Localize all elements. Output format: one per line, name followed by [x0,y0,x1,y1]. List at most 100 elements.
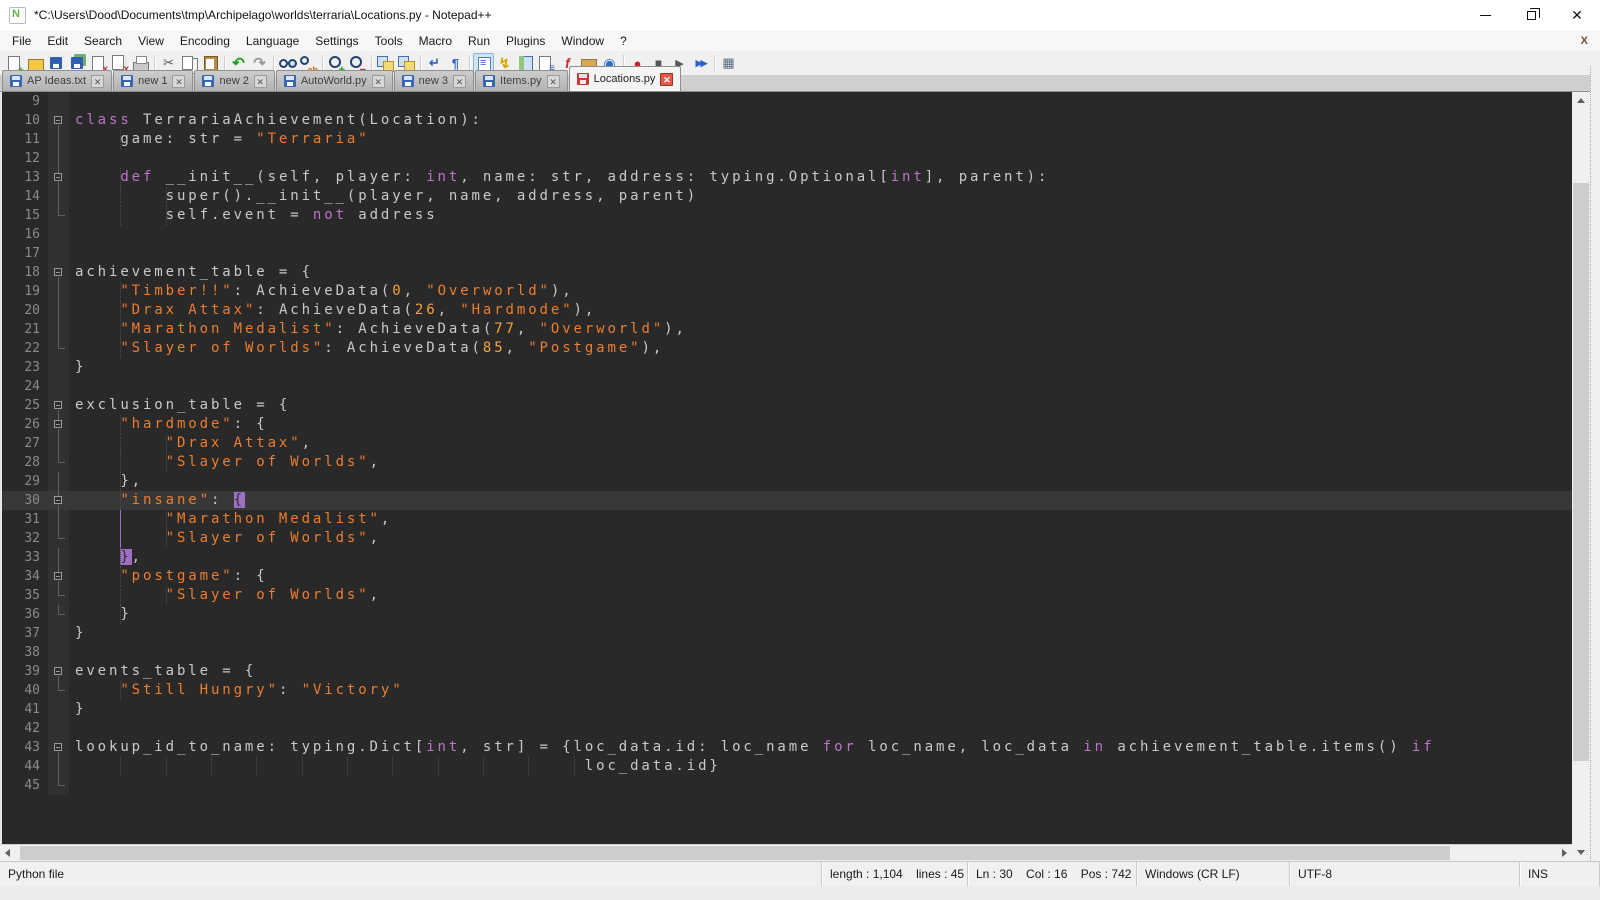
code-line[interactable]: 28 "Slayer of Worlds", [2,453,1572,472]
tab-new-2[interactable]: new 2✕ [194,70,274,91]
menu-?[interactable]: ? [612,32,635,50]
code-line[interactable]: 15 self.event = not address [2,206,1572,225]
fold-collapse-icon[interactable] [48,396,69,415]
menu-window[interactable]: Window [553,32,612,50]
code-line[interactable]: 38 [2,643,1572,662]
code-line[interactable]: 25exclusion_table = { [2,396,1572,415]
restore-button[interactable] [1508,0,1554,30]
tab-close-icon[interactable]: ✕ [660,73,673,86]
code-line[interactable]: 23} [2,358,1572,377]
code-line[interactable]: 36 } [2,605,1572,624]
scroll-up-icon[interactable] [1577,98,1585,103]
menu-tools[interactable]: Tools [367,32,411,50]
tab-locations.py[interactable]: Locations.py✕ [569,66,682,91]
menu-edit[interactable]: Edit [39,32,76,50]
menu-file[interactable]: File [4,32,39,50]
vertical-scrollbar-thumb[interactable] [1573,183,1589,761]
code-line[interactable]: 9 [2,92,1572,111]
code-line[interactable]: 30 "insane": { [2,491,1572,510]
tab-autoworld.py[interactable]: AutoWorld.py✕ [276,70,393,91]
code-line[interactable]: 13 def __init__(self, player: int, name:… [2,168,1572,187]
fold-collapse-icon[interactable] [48,263,69,282]
tab-close-icon[interactable]: ✕ [547,75,560,88]
token-text [75,283,120,299]
code-line[interactable]: 14 super().__init__(player, name, addres… [2,187,1572,206]
scroll-left-icon[interactable] [5,849,10,857]
code-line[interactable]: 37} [2,624,1572,643]
fold-collapse-icon[interactable] [48,111,69,130]
line-number: 12 [2,149,48,168]
tab-new-3[interactable]: new 3✕ [394,70,474,91]
code-text: loc_data.id} [69,757,1572,776]
vertical-scrollbar[interactable] [1572,92,1590,861]
code-line[interactable]: 20 "Drax Attax": AchieveData(26, "Hardmo… [2,301,1572,320]
menu-settings[interactable]: Settings [307,32,366,50]
fold-collapse-icon[interactable] [48,491,69,510]
menu-encoding[interactable]: Encoding [172,32,238,50]
horizontal-scrollbar-thumb[interactable] [20,846,1450,860]
code-line[interactable]: 39events_table = { [2,662,1572,681]
code-line[interactable]: 26 "hardmode": { [2,415,1572,434]
code-line[interactable]: 32 "Slayer of Worlds", [2,529,1572,548]
code-line[interactable]: 31 "Marathon Medalist", [2,510,1572,529]
code-line[interactable]: 18achievement_table = { [2,263,1572,282]
token-text: __init__(self, player: [154,169,426,185]
code-line[interactable]: 42 [2,719,1572,738]
code-line[interactable]: 33 }, [2,548,1572,567]
code-line[interactable]: 24 [2,377,1572,396]
indent-guide [256,757,257,776]
tab-close-icon[interactable]: ✕ [91,75,104,88]
close-document-icon[interactable]: X [1581,35,1588,47]
menu-run[interactable]: Run [460,32,498,50]
tab-close-icon[interactable]: ✕ [172,75,185,88]
code-line[interactable]: 10class TerrariaAchievement(Location): [2,111,1572,130]
code-line[interactable]: 17 [2,244,1572,263]
code-line[interactable]: 35 "Slayer of Worlds", [2,586,1572,605]
fold-collapse-icon[interactable] [48,567,69,586]
code-line[interactable]: 27 "Drax Attax", [2,434,1572,453]
fold-collapse-icon[interactable] [48,415,69,434]
code-text [69,149,1572,168]
tab-close-icon[interactable]: ✕ [453,75,466,88]
minimize-button[interactable] [1462,0,1508,30]
code-line[interactable]: 19 "Timber!!": AchieveData(0, "Overworld… [2,282,1572,301]
indent-guide [120,586,121,605]
token-string: "Timber!!" [120,283,233,299]
horizontal-scrollbar[interactable] [0,844,1572,861]
tab-items.py[interactable]: Items.py✕ [475,70,568,91]
code-line[interactable]: 16 [2,225,1572,244]
tab-close-icon[interactable]: ✕ [372,75,385,88]
macro-run-multiple-icon[interactable]: ▶▶ [690,53,711,74]
fold-collapse-icon[interactable] [48,662,69,681]
macro-save-icon[interactable]: ▦ [718,53,739,74]
code-line[interactable]: 29 }, [2,472,1572,491]
close-button[interactable]: ✕ [1554,0,1600,30]
tab-new-1[interactable]: new 1✕ [113,70,193,91]
token-keyword: int [426,739,460,755]
code-line[interactable]: 21 "Marathon Medalist": AchieveData(77, … [2,320,1572,339]
menu-search[interactable]: Search [76,32,130,50]
menu-plugins[interactable]: Plugins [498,32,553,50]
tab-ap-ideas.txt[interactable]: AP Ideas.txt✕ [2,70,112,91]
code-editor[interactable]: 910class TerrariaAchievement(Location):1… [0,92,1572,844]
tab-close-icon[interactable]: ✕ [254,75,267,88]
tab-bar: AP Ideas.txt✕new 1✕new 2✕AutoWorld.py✕ne… [0,75,1600,92]
fold-collapse-icon[interactable] [48,738,69,757]
code-line[interactable]: 45 [2,776,1572,795]
code-line[interactable]: 34 "postgame": { [2,567,1572,586]
status-insert-mode[interactable]: INS [1520,862,1600,886]
token-text: ), [551,283,574,299]
menu-language[interactable]: Language [238,32,307,50]
code-line[interactable]: 40 "Still Hungry": "Victory" [2,681,1572,700]
code-line[interactable]: 12 [2,149,1572,168]
scroll-down-icon[interactable] [1577,850,1585,855]
code-line[interactable]: 41} [2,700,1572,719]
code-line[interactable]: 22 "Slayer of Worlds": AchieveData(85, "… [2,339,1572,358]
menu-view[interactable]: View [130,32,172,50]
code-line[interactable]: 11 game: str = "Terraria" [2,130,1572,149]
code-line[interactable]: 43lookup_id_to_name: typing.Dict[int, st… [2,738,1572,757]
fold-collapse-icon[interactable] [48,168,69,187]
menu-macro[interactable]: Macro [411,32,460,50]
scroll-right-icon[interactable] [1562,849,1567,857]
code-line[interactable]: 44 loc_data.id} [2,757,1572,776]
